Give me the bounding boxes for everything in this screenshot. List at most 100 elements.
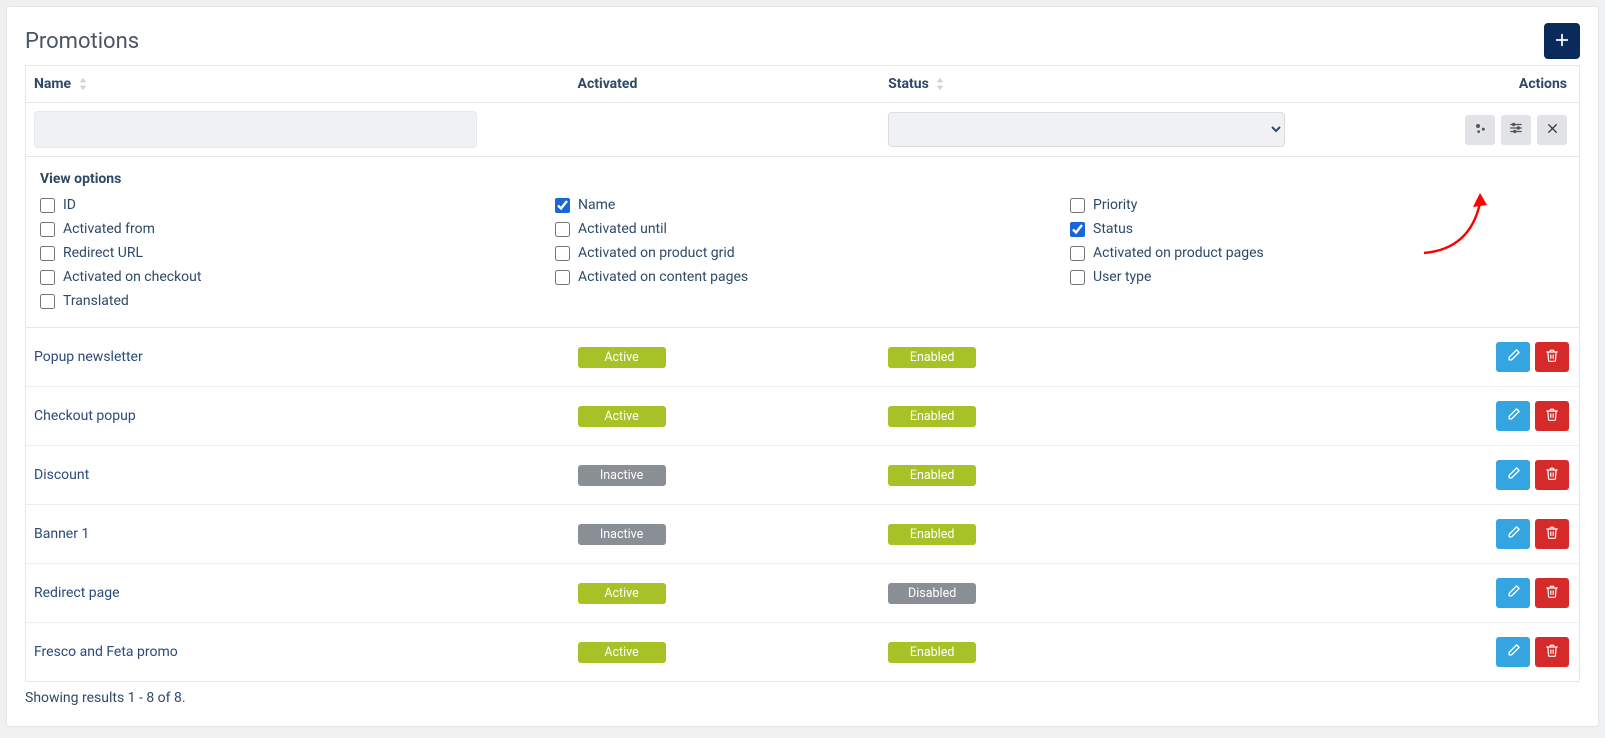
view-option[interactable]: Activated until	[555, 221, 1050, 237]
trash-icon	[1545, 407, 1559, 425]
status-badge: Enabled	[888, 347, 976, 368]
edit-button[interactable]	[1496, 460, 1530, 490]
delete-button[interactable]	[1535, 637, 1569, 667]
th-activated-label: Activated	[578, 76, 638, 92]
filter-status-select[interactable]	[888, 112, 1285, 147]
view-options-row: View options ID Name Priority Activated fro…	[26, 157, 1579, 328]
row-actions	[1401, 401, 1571, 431]
th-activated: Activated	[570, 66, 881, 103]
row-actions	[1401, 578, 1571, 608]
sliders-icon	[1509, 121, 1523, 138]
edit-button[interactable]	[1496, 578, 1530, 608]
row-status: Disabled	[880, 564, 1392, 623]
view-option-label: ID	[63, 197, 76, 213]
row-actions-cell	[1393, 446, 1579, 505]
results-line: Showing results 1 - 8 of 8.	[25, 690, 1580, 706]
view-option-checkbox[interactable]	[555, 198, 570, 213]
page-card: Promotions Name Ac	[6, 6, 1599, 727]
trash-icon	[1545, 348, 1559, 366]
view-option[interactable]: Status	[1070, 221, 1565, 237]
view-option-checkbox[interactable]	[1070, 222, 1085, 237]
edit-icon	[1506, 584, 1521, 602]
view-option-checkbox[interactable]	[1070, 246, 1085, 261]
delete-button[interactable]	[1535, 342, 1569, 372]
view-option-label: Status	[1093, 221, 1133, 237]
filter-name-input[interactable]	[34, 111, 477, 148]
row-name[interactable]: Redirect page	[26, 564, 570, 623]
activated-badge: Active	[578, 347, 666, 368]
edit-button[interactable]	[1496, 342, 1530, 372]
th-name[interactable]: Name	[26, 66, 570, 103]
row-actions	[1401, 342, 1571, 372]
view-option[interactable]: Translated	[40, 293, 535, 309]
filter-columns-button[interactable]	[1501, 115, 1531, 145]
th-actions-label: Actions	[1519, 76, 1567, 92]
th-status[interactable]: Status	[880, 66, 1392, 103]
row-actions	[1401, 637, 1571, 667]
view-option[interactable]: Activated on product grid	[555, 245, 1050, 261]
delete-button[interactable]	[1535, 460, 1569, 490]
table-row: Banner 1InactiveEnabled	[26, 505, 1579, 564]
view-option-checkbox[interactable]	[40, 270, 55, 285]
view-option-label: Activated until	[578, 221, 667, 237]
row-activated: Active	[570, 564, 881, 623]
view-option-label: Priority	[1093, 197, 1137, 213]
table-row: Fresco and Feta promoActiveEnabled	[26, 623, 1579, 682]
page-title: Promotions	[25, 29, 139, 54]
filter-clear-button[interactable]	[1537, 115, 1567, 145]
row-status: Enabled	[880, 328, 1392, 387]
row-name[interactable]: Banner 1	[26, 505, 570, 564]
add-button[interactable]	[1544, 23, 1580, 59]
status-badge: Disabled	[888, 583, 976, 604]
view-option[interactable]: Activated on content pages	[555, 269, 1050, 285]
status-badge: Enabled	[888, 642, 976, 663]
view-option-label: Translated	[63, 293, 129, 309]
table-row: Redirect page Active Disabled	[26, 564, 1579, 623]
view-option-label: Activated on content pages	[578, 269, 748, 285]
view-option-checkbox[interactable]	[40, 198, 55, 213]
filter-settings-button[interactable]	[1465, 115, 1495, 145]
delete-button[interactable]	[1535, 578, 1569, 608]
view-option-checkbox[interactable]	[555, 270, 570, 285]
view-option[interactable]: Activated from	[40, 221, 535, 237]
edit-icon	[1506, 466, 1521, 484]
th-status-label: Status	[888, 76, 929, 92]
row-actions-cell	[1393, 328, 1579, 387]
delete-button[interactable]	[1535, 519, 1569, 549]
view-option-checkbox[interactable]	[40, 294, 55, 309]
view-option-checkbox[interactable]	[555, 222, 570, 237]
trash-icon	[1545, 525, 1559, 543]
view-option-checkbox[interactable]	[40, 246, 55, 261]
view-option[interactable]: Name	[555, 197, 1050, 213]
view-option[interactable]: User type	[1070, 269, 1565, 285]
th-name-label: Name	[34, 76, 71, 92]
view-option-checkbox[interactable]	[555, 246, 570, 261]
th-actions: Actions	[1393, 66, 1579, 103]
activated-badge: Active	[578, 583, 666, 604]
sort-icon	[936, 77, 944, 91]
view-option[interactable]: Activated on product pages	[1070, 245, 1565, 261]
edit-button[interactable]	[1496, 637, 1530, 667]
row-actions	[1401, 460, 1571, 490]
row-name[interactable]: Checkout popup	[26, 387, 570, 446]
status-badge: Enabled	[888, 465, 976, 486]
view-option[interactable]: Priority	[1070, 197, 1565, 213]
view-option[interactable]: Activated on checkout	[40, 269, 535, 285]
view-option[interactable]: Redirect URL	[40, 245, 535, 261]
row-name[interactable]: Discount	[26, 446, 570, 505]
delete-button[interactable]	[1535, 401, 1569, 431]
view-option-checkbox[interactable]	[40, 222, 55, 237]
row-name[interactable]: Fresco and Feta promo	[26, 623, 570, 682]
row-name[interactable]: Popup newsletter	[26, 328, 570, 387]
view-option-checkbox[interactable]	[1070, 270, 1085, 285]
sort-icon	[79, 77, 87, 91]
view-option[interactable]: ID	[40, 197, 535, 213]
view-options-title: View options	[40, 171, 1565, 187]
row-actions	[1401, 519, 1571, 549]
edit-button[interactable]	[1496, 401, 1530, 431]
status-badge: Enabled	[888, 524, 976, 545]
filter-row	[26, 103, 1579, 157]
view-option-checkbox[interactable]	[1070, 198, 1085, 213]
view-option-label: Activated from	[63, 221, 155, 237]
edit-button[interactable]	[1496, 519, 1530, 549]
